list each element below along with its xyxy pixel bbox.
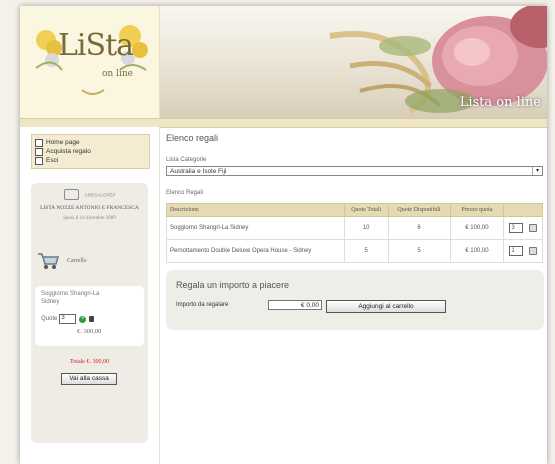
add-to-cart-icon[interactable] (529, 224, 538, 232)
category-selected-value: Australia e Isole Fiji (170, 168, 227, 175)
column-header: Prezzo quota (449, 203, 505, 217)
cart-total: Totale €. 300,00 (70, 359, 109, 365)
sidebar: Home page Acquista regalo Esci CREGALOPE… (20, 127, 160, 464)
gift-available-quotes: 6 (387, 216, 451, 240)
custom-gift-panel: Regala un importo a piacere Importo da r… (166, 270, 544, 330)
gift-total-quotes: 10 (343, 216, 389, 240)
list-info-card: CREGALOPEP LISTA NOZZE ANTONIO E FRANCES… (31, 183, 148, 443)
cart-quantity-input[interactable]: 3 (59, 314, 77, 324)
category-select[interactable]: Australia e Isole Fiji ▾ (166, 166, 543, 176)
banner-title: Lista on line (459, 95, 541, 110)
column-header-blank (503, 203, 543, 217)
logo-text: LiSta (58, 28, 134, 63)
page-frame: LiSta on line Lista on line Home page Ac… (20, 6, 547, 464)
page-title: Elenco regali (166, 133, 219, 143)
menu-bullet-icon (35, 138, 43, 147)
menu-item-label: Home page (46, 139, 80, 146)
wedding-date: Sposi il 14 dicembre 2009 (63, 216, 116, 221)
gift-quote-price: € 100,00 (449, 216, 505, 240)
amount-input[interactable]: € 0,00 (268, 300, 322, 310)
add-to-cart-icon[interactable] (529, 247, 538, 255)
menu-bullet-icon (35, 147, 43, 156)
shopping-cart-icon (38, 253, 59, 269)
add-icon[interactable]: + (79, 315, 87, 323)
table-row: Soggiorno Shangri-La Sidney 10 6 € 100,0… (166, 216, 543, 240)
gift-quantity-cell: 1 (503, 239, 543, 263)
column-header: Descrizione (166, 203, 345, 217)
cart-header: Carrello (37, 252, 87, 270)
menu-item-buy-gift[interactable]: Acquista regalo (32, 147, 149, 156)
amount-label: Importo da regalare (176, 302, 229, 308)
add-to-cart-button[interactable]: Aggiungi al carrello (326, 300, 446, 313)
sidebar-menu: Home page Acquista regalo Esci (31, 134, 150, 169)
table-header-row: Descrizione Quote Totali Quote Disponibi… (166, 203, 543, 217)
menu-item-exit[interactable]: Esci (32, 156, 149, 165)
gift-total-quotes: 5 (343, 239, 389, 263)
gift-card-icon (63, 189, 79, 200)
main-content: Elenco regali Lista Categorie Australia … (166, 127, 544, 464)
logo[interactable]: LiSta on line (20, 6, 160, 118)
header: LiSta on line Lista on line (20, 6, 547, 118)
menu-item-label: Esci (46, 157, 59, 164)
column-header: Quote Totali (343, 203, 389, 217)
gifts-table: Descrizione Quote Totali Quote Disponibi… (166, 203, 543, 263)
cart-box: Soggiorno Shangri-La Sidney Quote 3 + €.… (35, 286, 144, 346)
cart-label: Carrello (67, 258, 87, 264)
trash-icon[interactable] (89, 316, 95, 322)
table-row: Pernottamento Double Deluxe Opera House … (166, 239, 543, 263)
gift-description: Pernottamento Double Deluxe Opera House … (166, 239, 345, 263)
list-owner-name: LISTA NOZZE ANTONIO E FRANCESCA (40, 205, 139, 211)
menu-item-home[interactable]: Home page (32, 138, 149, 147)
cart-item-price: €. 300,00 (77, 328, 102, 335)
column-header: Quote Disponibili (387, 203, 451, 217)
gift-quantity-input[interactable]: 1 (509, 246, 524, 256)
gift-description: Soggiorno Shangri-La Sidney (166, 216, 345, 240)
category-label: Lista Categorie (166, 157, 207, 163)
cart-item-name: Soggiorno Shangri-La Sidney (41, 291, 100, 305)
gift-quantity-cell: 3 (503, 216, 543, 240)
custom-gift-title: Regala un importo a piacere (176, 280, 290, 290)
header-banner: Lista on line (160, 6, 547, 118)
gift-quote-price: € 100,00 (449, 239, 505, 263)
gift-quantity-input[interactable]: 3 (509, 223, 524, 233)
gift-available-quotes: 5 (387, 239, 451, 263)
menu-item-label: Acquista regalo (46, 148, 91, 155)
list-code-row: CREGALOPEP (31, 189, 148, 200)
chevron-down-icon[interactable]: ▾ (532, 167, 542, 175)
checkout-button[interactable]: Vai alla cassa (61, 373, 117, 385)
quantity-label: Quote (41, 316, 58, 322)
logo-subtitle: on line (102, 69, 133, 79)
cart-quantity-row: Quote 3 + (41, 314, 95, 324)
gifts-label: Elenco Regali (166, 190, 204, 196)
list-code: CREGALOPEP (84, 192, 116, 198)
menu-bullet-icon (35, 156, 43, 165)
